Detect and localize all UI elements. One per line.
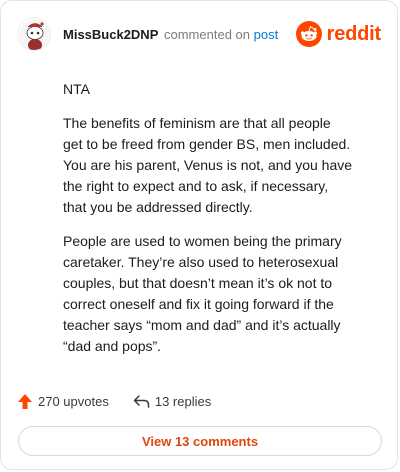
snoo-avatar-icon (19, 19, 50, 50)
comment-stats: 270 upvotes 13 replies (17, 391, 235, 411)
comment-byline: MissBuck2DNP commented on post (63, 27, 278, 42)
comment-paragraph: People are used to women being the prima… (63, 233, 342, 354)
comment-card: MissBuck2DNP commented on post reddit NT… (0, 0, 398, 470)
reddit-wordmark: reddit (326, 22, 382, 45)
comment-paragraph: The benefits of feminism are that all pe… (63, 115, 353, 215)
post-link[interactable]: post (254, 27, 279, 42)
user-avatar[interactable] (17, 17, 51, 51)
comment-body: NTA The benefits of feminism are that al… (63, 79, 353, 370)
upvote-count: 270 upvotes (38, 393, 109, 409)
commented-on-text: commented on (164, 27, 250, 42)
reply-arrow-icon (133, 395, 150, 408)
comment-header: MissBuck2DNP commented on post reddit (17, 17, 381, 53)
reddit-logo-icon (295, 21, 322, 47)
comment-paragraph: NTA (63, 81, 90, 97)
view-comments-button[interactable]: View 13 comments (18, 426, 382, 456)
reddit-brand[interactable]: reddit (295, 21, 382, 47)
upvote-button[interactable]: 270 upvotes (17, 393, 109, 410)
upvote-arrow-icon (18, 393, 32, 409)
username-link[interactable]: MissBuck2DNP (63, 27, 158, 42)
reply-count: 13 replies (154, 393, 212, 409)
reply-button[interactable]: 13 replies (133, 394, 211, 409)
